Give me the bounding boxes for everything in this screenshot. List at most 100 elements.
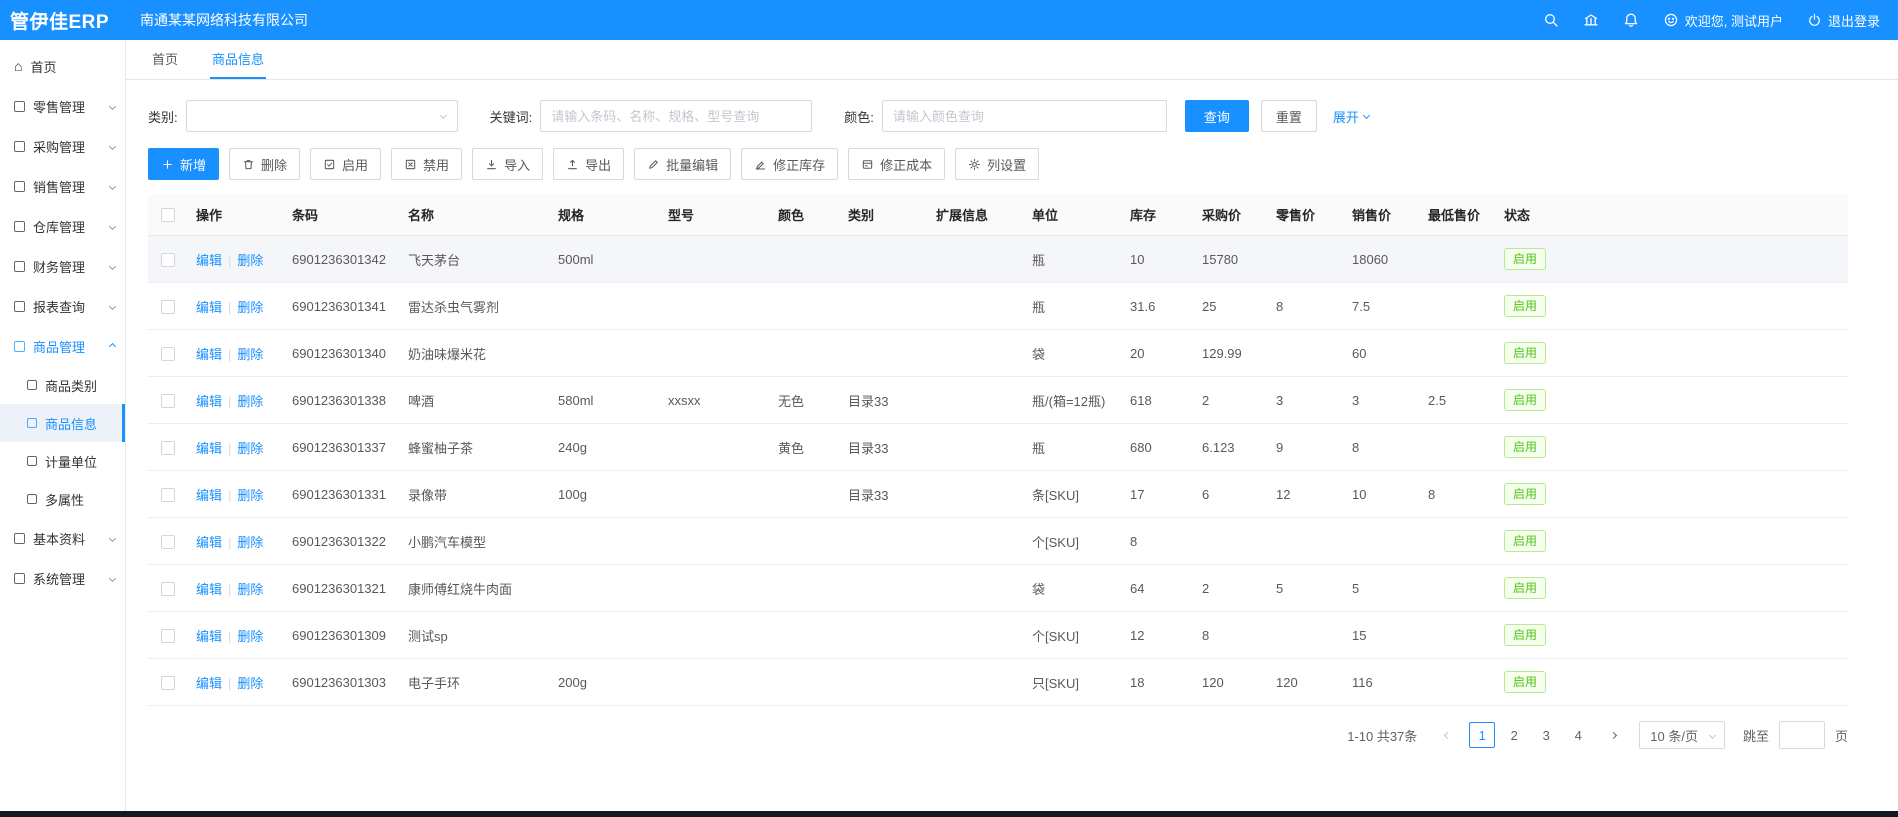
- edit-link[interactable]: 编辑: [196, 394, 222, 409]
- enable-button[interactable]: 启用: [310, 148, 381, 180]
- sidebar-item-finance[interactable]: 财务管理: [0, 246, 125, 286]
- edit-link[interactable]: 编辑: [196, 300, 222, 315]
- cell-spec: 240g: [550, 424, 660, 471]
- search-button[interactable]: 查询: [1185, 100, 1249, 132]
- cell-unit: 瓶: [1024, 283, 1122, 330]
- main-area: 首页商品信息 类别: 关键词: 颜色: 查询 重置 展开 新增删除启用禁用导入导…: [126, 40, 1898, 817]
- next-page-button[interactable]: [1601, 722, 1625, 748]
- cell-retail_price: [1268, 236, 1344, 283]
- store-icon[interactable]: [1583, 12, 1599, 28]
- row-checkbox[interactable]: [161, 347, 175, 361]
- sidebar-item-report[interactable]: 报表查询: [0, 286, 125, 326]
- row-checkbox[interactable]: [161, 394, 175, 408]
- column-header: 名称: [400, 194, 550, 236]
- chevron-down-icon: [109, 182, 116, 189]
- page-2-button[interactable]: 2: [1501, 722, 1527, 748]
- delete-link[interactable]: 删除: [237, 535, 263, 550]
- table-row: 编辑|删除6901236301303电子手环200g只[SKU]18120120…: [148, 659, 1848, 706]
- cell-min_price: [1420, 283, 1496, 330]
- cell-status: 启用: [1496, 518, 1848, 565]
- cell-category: [840, 236, 928, 283]
- sidebar-subitem-product-info[interactable]: 商品信息: [0, 404, 125, 442]
- page-1-button[interactable]: 1: [1469, 722, 1495, 748]
- row-checkbox[interactable]: [161, 676, 175, 690]
- tab-0[interactable]: 首页: [150, 40, 180, 79]
- edit-link[interactable]: 编辑: [196, 347, 222, 362]
- column-settings-button[interactable]: 列设置: [955, 148, 1039, 180]
- row-checkbox[interactable]: [161, 253, 175, 267]
- delete-link[interactable]: 删除: [237, 441, 263, 456]
- row-checkbox[interactable]: [161, 629, 175, 643]
- sidebar-item-purchase[interactable]: 采购管理: [0, 126, 125, 166]
- delete-link[interactable]: 删除: [237, 582, 263, 597]
- sidebar-subitem-product-category[interactable]: 商品类别: [0, 366, 125, 404]
- jump-page-input[interactable]: [1779, 721, 1825, 749]
- tab-1[interactable]: 商品信息: [210, 40, 266, 79]
- row-checkbox[interactable]: [161, 441, 175, 455]
- welcome-user[interactable]: 欢迎您, 测试用户: [1663, 11, 1783, 30]
- row-checkbox[interactable]: [161, 582, 175, 596]
- fix-stock-button[interactable]: 修正库存: [741, 148, 838, 180]
- sidebar-item-system[interactable]: 系统管理: [0, 558, 125, 598]
- delete-button[interactable]: 删除: [229, 148, 300, 180]
- edit-link[interactable]: 编辑: [196, 488, 222, 503]
- page-3-button[interactable]: 3: [1533, 722, 1559, 748]
- sidebar-subitem-measure-unit[interactable]: 计量单位: [0, 442, 125, 480]
- edit-link[interactable]: 编辑: [196, 441, 222, 456]
- cell-min_price: [1420, 659, 1496, 706]
- sidebar-item-sales[interactable]: 销售管理: [0, 166, 125, 206]
- batch-edit-button[interactable]: 批量编辑: [634, 148, 731, 180]
- sidebar-subitem-multi-attribute[interactable]: 多属性: [0, 480, 125, 518]
- sidebar-item-basic-data[interactable]: 基本资料: [0, 518, 125, 558]
- expand-filters-link[interactable]: 展开: [1333, 107, 1369, 126]
- row-checkbox[interactable]: [161, 488, 175, 502]
- delete-link[interactable]: 删除: [237, 253, 263, 268]
- basic-icon: [14, 533, 25, 544]
- page-size-select[interactable]: 10 条/页: [1639, 721, 1725, 749]
- import-button[interactable]: 导入: [472, 148, 543, 180]
- prev-page-button[interactable]: [1435, 722, 1459, 748]
- delete-link[interactable]: 删除: [237, 347, 263, 362]
- export-button[interactable]: 导出: [553, 148, 624, 180]
- sidebar-item-home[interactable]: ⌂首页: [0, 46, 125, 86]
- table-row: 编辑|删除6901236301337蜂蜜柚子茶240g黄色目录33瓶6806.1…: [148, 424, 1848, 471]
- row-checkbox[interactable]: [161, 300, 175, 314]
- cell-unit: 袋: [1024, 565, 1122, 612]
- select-all-checkbox[interactable]: [161, 208, 175, 222]
- delete-link[interactable]: 删除: [237, 488, 263, 503]
- keyword-input[interactable]: [540, 100, 812, 132]
- add-button[interactable]: 新增: [148, 148, 219, 180]
- logout-button[interactable]: 退出登录: [1807, 11, 1880, 30]
- row-checkbox[interactable]: [161, 535, 175, 549]
- sidebar-subitem-label: 计量单位: [45, 452, 97, 471]
- delete-link[interactable]: 删除: [237, 676, 263, 691]
- delete-link[interactable]: 删除: [237, 629, 263, 644]
- edit-link[interactable]: 编辑: [196, 253, 222, 268]
- bell-icon[interactable]: [1623, 12, 1639, 28]
- page-4-button[interactable]: 4: [1565, 722, 1591, 748]
- sidebar-menu: ⌂首页零售管理采购管理销售管理仓库管理财务管理报表查询商品管理商品类别商品信息计…: [0, 46, 125, 598]
- cell-ext: [928, 471, 1024, 518]
- edit-link[interactable]: 编辑: [196, 582, 222, 597]
- status-badge: 启用: [1504, 577, 1546, 599]
- sidebar-item-label: 采购管理: [33, 137, 102, 156]
- sidebar-item-product[interactable]: 商品管理: [0, 326, 125, 366]
- edit-link[interactable]: 编辑: [196, 535, 222, 550]
- cell-model: [660, 612, 770, 659]
- sidebar-item-retail[interactable]: 零售管理: [0, 86, 125, 126]
- color-input[interactable]: [882, 100, 1167, 132]
- cell-category: [840, 659, 928, 706]
- search-icon[interactable]: [1543, 12, 1559, 28]
- sidebar-item-warehouse[interactable]: 仓库管理: [0, 206, 125, 246]
- edit-link[interactable]: 编辑: [196, 676, 222, 691]
- fix-stock-icon: [754, 158, 767, 171]
- divider: |: [228, 582, 231, 597]
- divider: |: [228, 394, 231, 409]
- delete-link[interactable]: 删除: [237, 300, 263, 315]
- reset-button[interactable]: 重置: [1261, 100, 1317, 132]
- disable-button[interactable]: 禁用: [391, 148, 462, 180]
- category-select[interactable]: [186, 100, 458, 132]
- edit-link[interactable]: 编辑: [196, 629, 222, 644]
- fix-cost-button[interactable]: 修正成本: [848, 148, 945, 180]
- delete-link[interactable]: 删除: [237, 394, 263, 409]
